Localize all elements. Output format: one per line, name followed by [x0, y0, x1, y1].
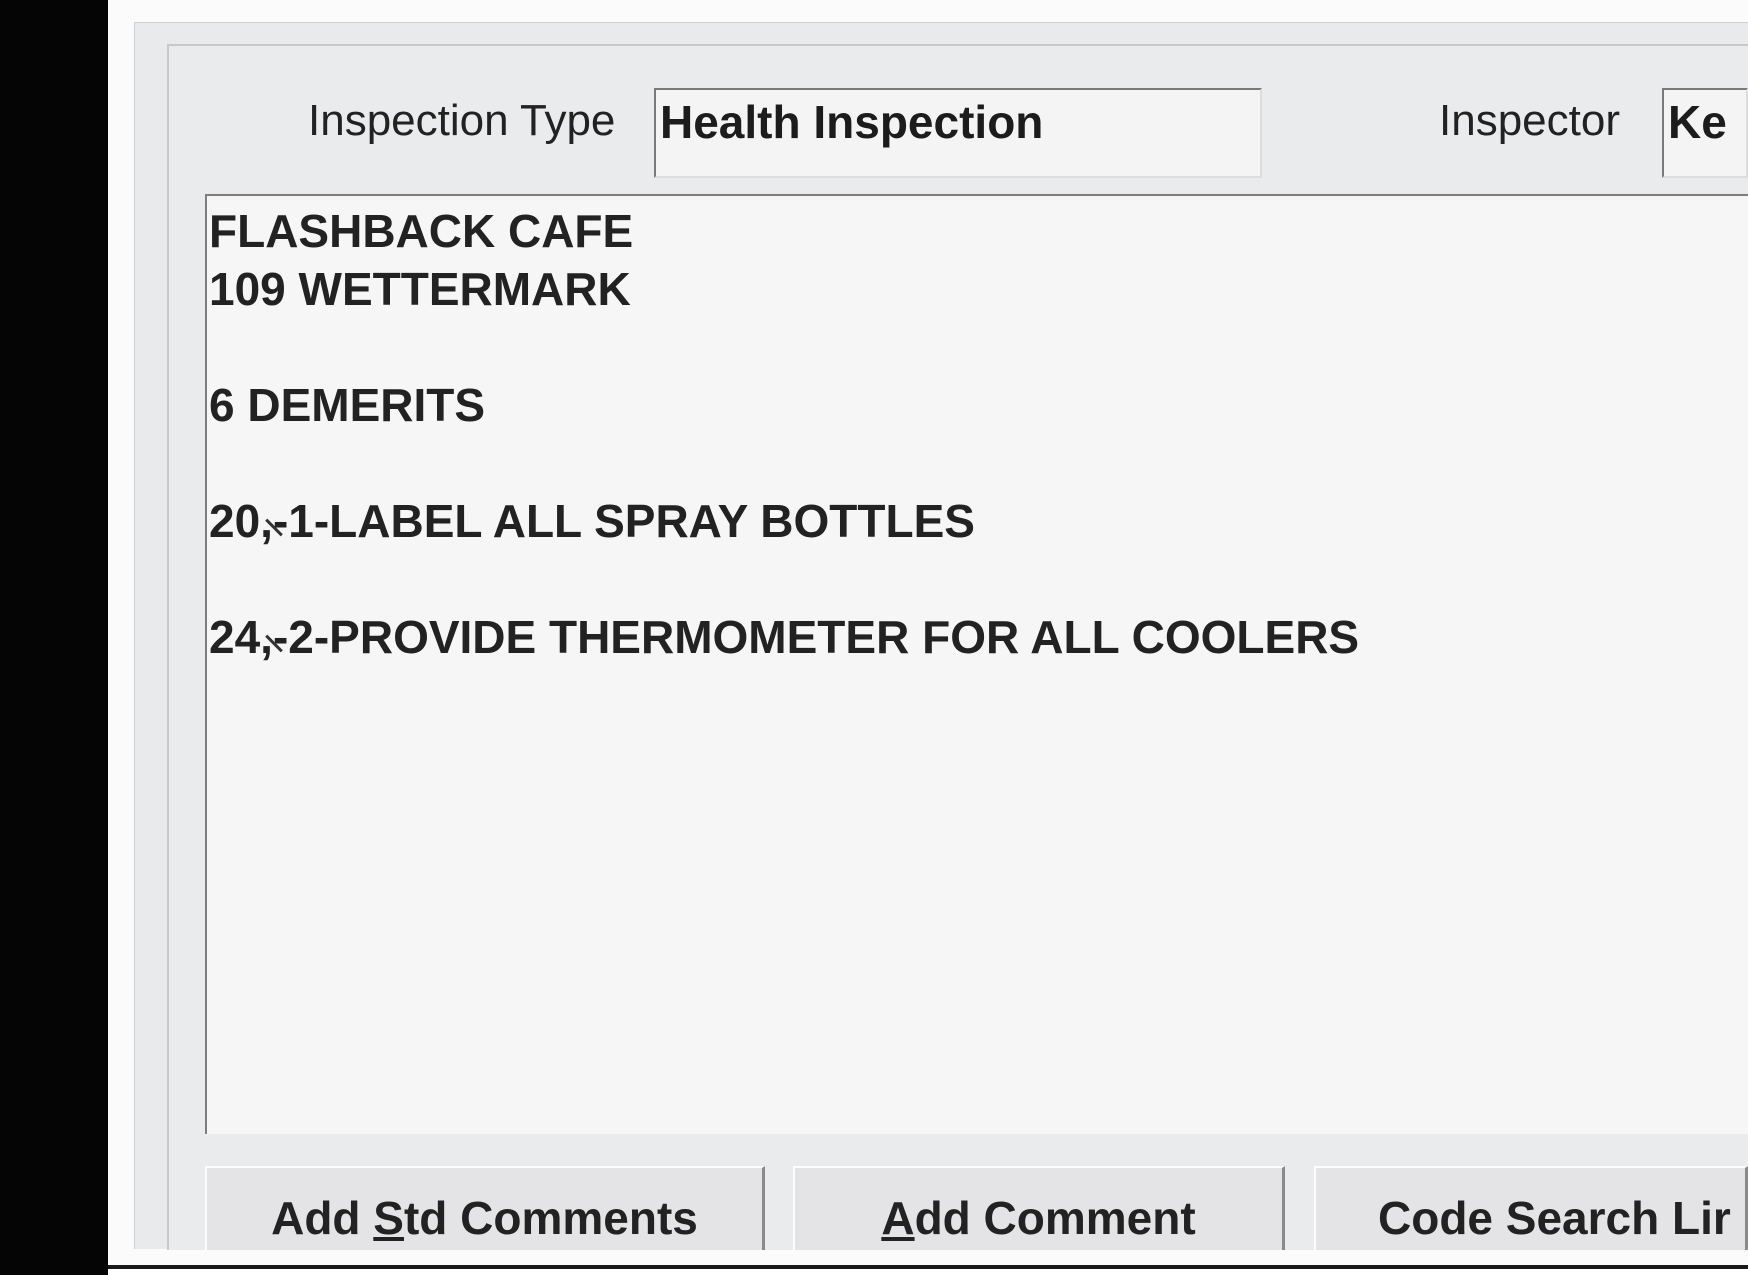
- comment-line: 20,-1-LABEL ALL SPRAY BOTTLES: [209, 495, 975, 547]
- comment-line: FLASHBACK CAFE: [209, 205, 634, 257]
- comment-line: 109 WETTERMARK: [209, 263, 631, 315]
- comment-line: 6 DEMERITS: [209, 379, 486, 431]
- comment-line: 24,-2-PROVIDE THERMOMETER FOR ALL COOLER…: [209, 611, 1360, 663]
- button-label: Add Std Comments: [271, 1192, 698, 1244]
- inspection-type-label: Inspection Type: [308, 96, 616, 145]
- scan-edge: [108, 1265, 1748, 1269]
- add-std-comments-button[interactable]: Add Std Comments: [205, 1166, 765, 1250]
- comments-textarea[interactable]: FLASHBACK CAFE 109 WETTERMARK 6 DEMERITS…: [205, 194, 1748, 1134]
- inspection-type-field[interactable]: Health Inspection: [654, 88, 1262, 178]
- inspector-label: Inspector: [1439, 96, 1620, 145]
- inspector-field[interactable]: Ke: [1662, 88, 1748, 178]
- add-comment-button[interactable]: Add Comment: [793, 1166, 1285, 1250]
- code-search-button[interactable]: Code Search Lir: [1314, 1166, 1748, 1250]
- button-label: Add Comment: [881, 1192, 1196, 1244]
- scan-border: [0, 0, 108, 1275]
